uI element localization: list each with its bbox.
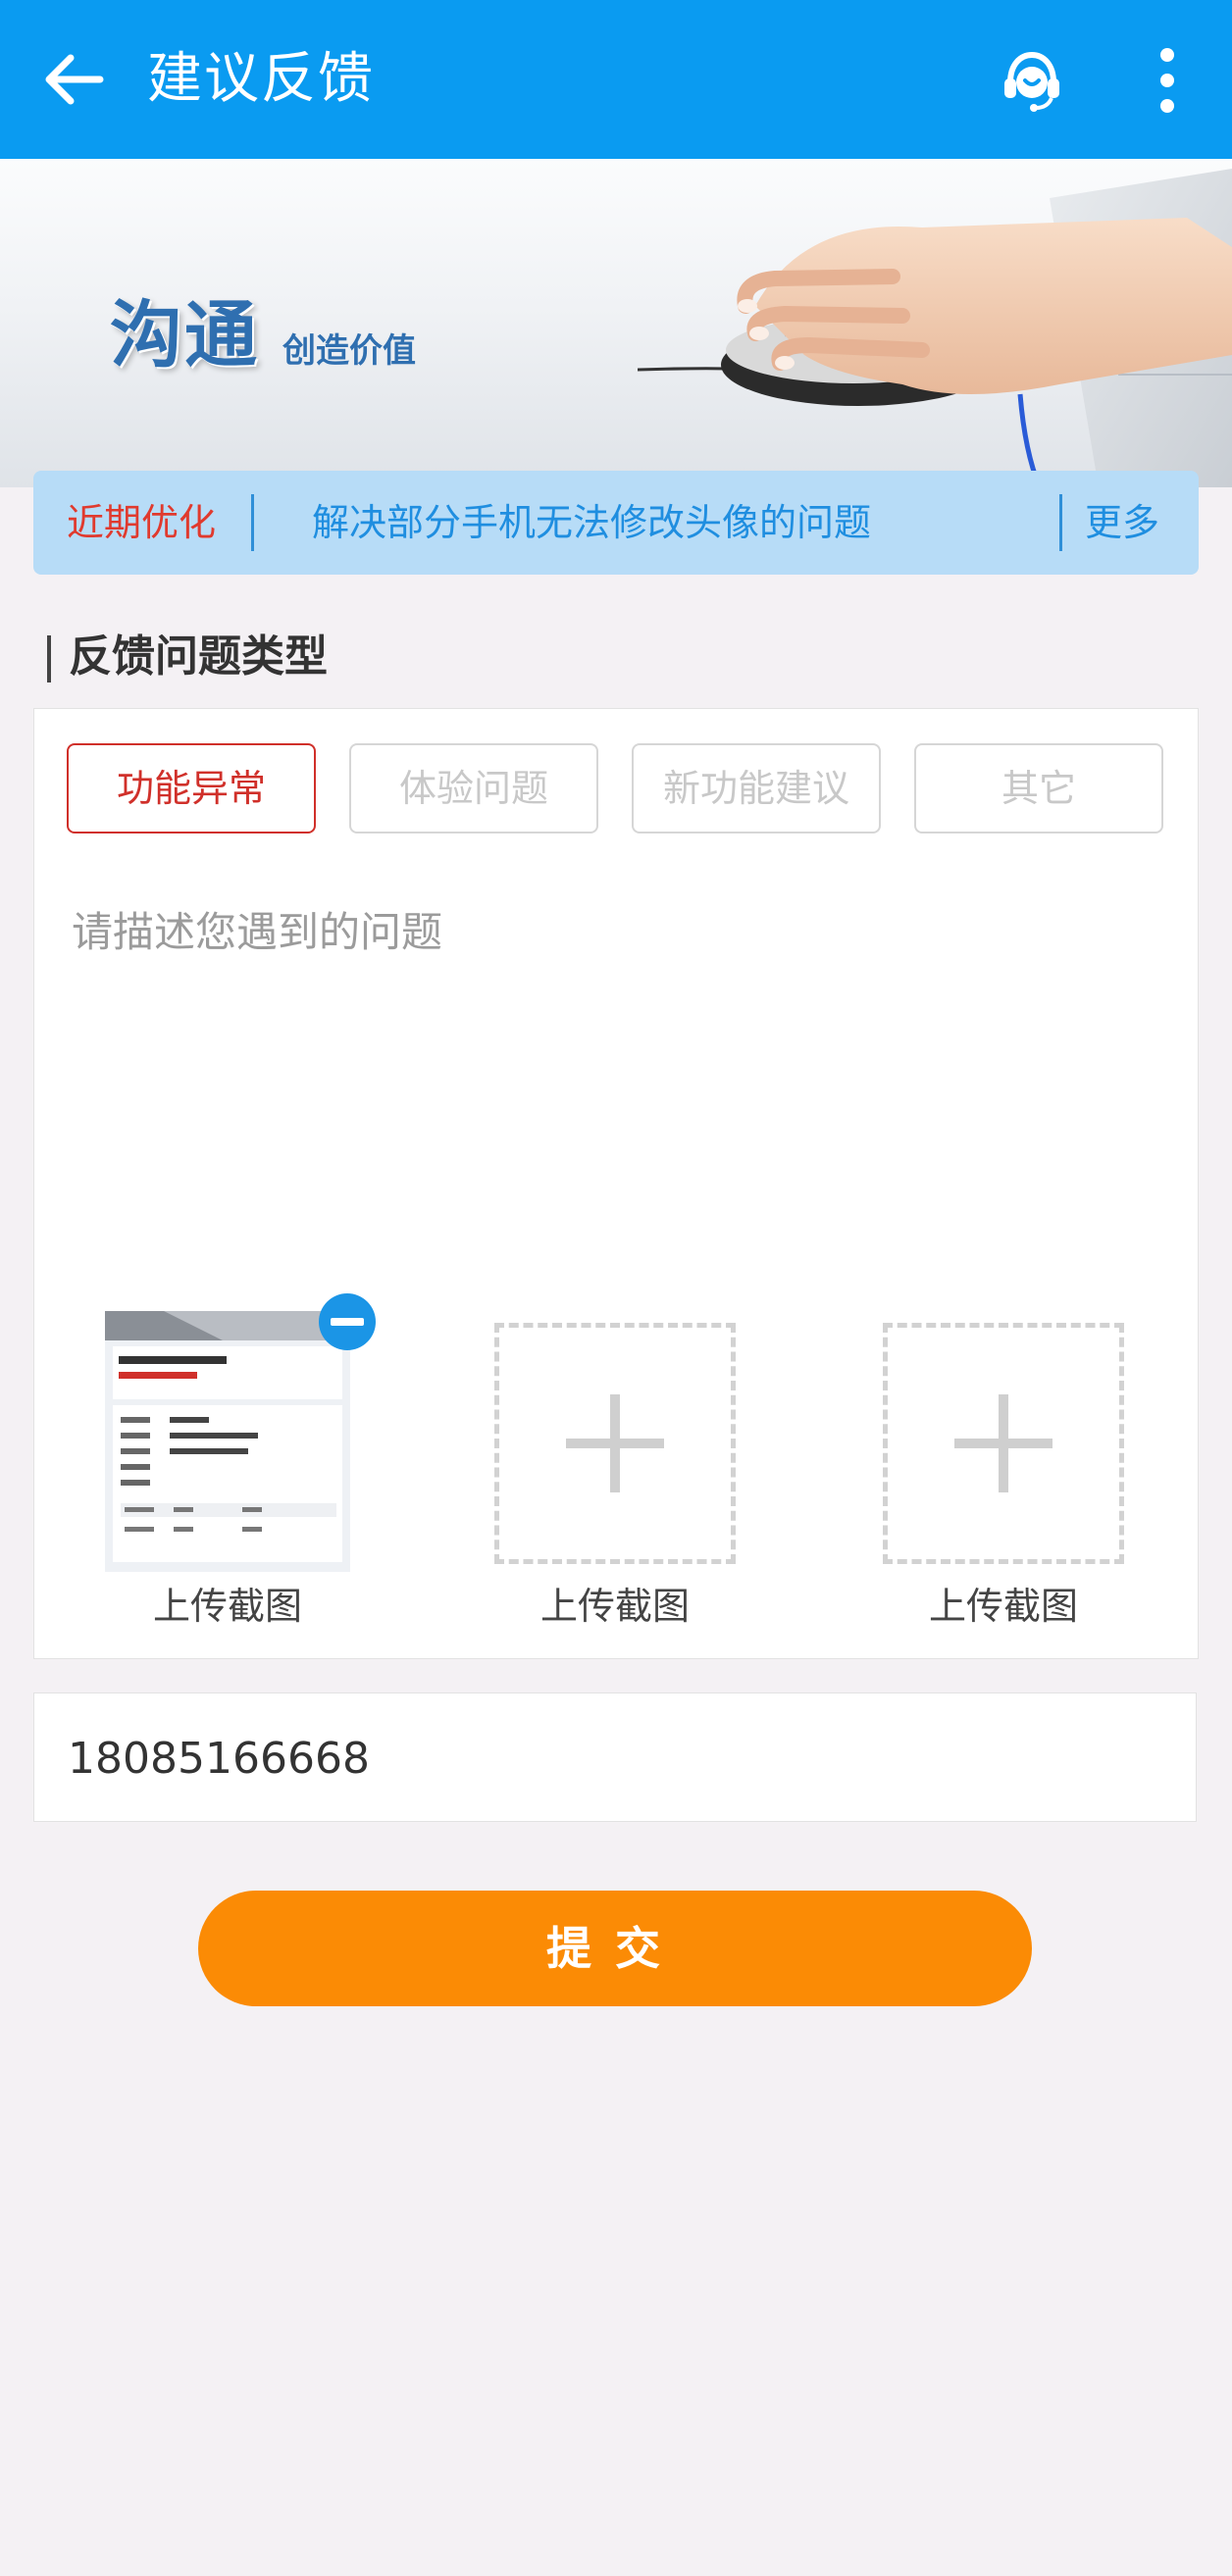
upload-screenshot-button[interactable] <box>494 1323 736 1564</box>
phone-value: 18085166668 <box>68 1734 370 1784</box>
type-button-new-feature[interactable]: 新功能建议 <box>632 743 881 833</box>
upload-label: 上传截图 <box>539 1585 690 1628</box>
type-button-function-error[interactable]: 功能异常 <box>67 743 316 833</box>
description-textarea[interactable]: 请描述您遇到的问题 <box>72 905 442 960</box>
upload-label: 上传截图 <box>152 1585 302 1628</box>
top-app-bar: 建议反馈 <box>0 0 1232 159</box>
promo-banner: 沟通 创造价值 <box>0 159 1232 487</box>
section-marker <box>47 635 51 682</box>
notice-text[interactable]: 解决部分手机无法修改头像的问题 <box>312 498 871 547</box>
recent-optimization-notice[interactable]: 近期优化 解决部分手机无法修改头像的问题 更多 <box>33 471 1199 575</box>
banner-main-text: 沟通 <box>110 293 259 378</box>
remove-image-icon[interactable] <box>317 1291 378 1352</box>
divider <box>251 494 254 551</box>
uploaded-screenshot-thumbnail[interactable] <box>105 1311 350 1572</box>
divider <box>1059 494 1062 551</box>
page-title: 建议反馈 <box>147 47 375 111</box>
type-button-experience[interactable]: 体验问题 <box>349 743 598 833</box>
hand-mouse-illustration <box>638 169 1232 487</box>
screenshot-preview-image <box>105 1311 350 1572</box>
notice-label: 近期优化 <box>67 501 217 544</box>
arrow-left-icon[interactable] <box>39 45 108 114</box>
feedback-form-card: 功能异常 体验问题 新功能建议 其它 请描述您遇到的问题 上传截图 上传截图 上… <box>33 708 1199 1659</box>
section-title: 反馈问题类型 <box>69 631 328 682</box>
customer-service-headset-icon[interactable] <box>997 45 1067 116</box>
notice-more-link[interactable]: 更多 <box>1085 498 1159 547</box>
phone-input[interactable]: 18085166668 <box>33 1692 1197 1822</box>
more-vertical-icon[interactable] <box>1148 47 1187 114</box>
type-button-other[interactable]: 其它 <box>914 743 1163 833</box>
upload-label: 上传截图 <box>928 1585 1078 1628</box>
submit-button[interactable]: 提交 <box>198 1891 1032 2006</box>
banner-sub-text: 创造价值 <box>282 331 416 371</box>
upload-screenshot-button[interactable] <box>883 1323 1124 1564</box>
